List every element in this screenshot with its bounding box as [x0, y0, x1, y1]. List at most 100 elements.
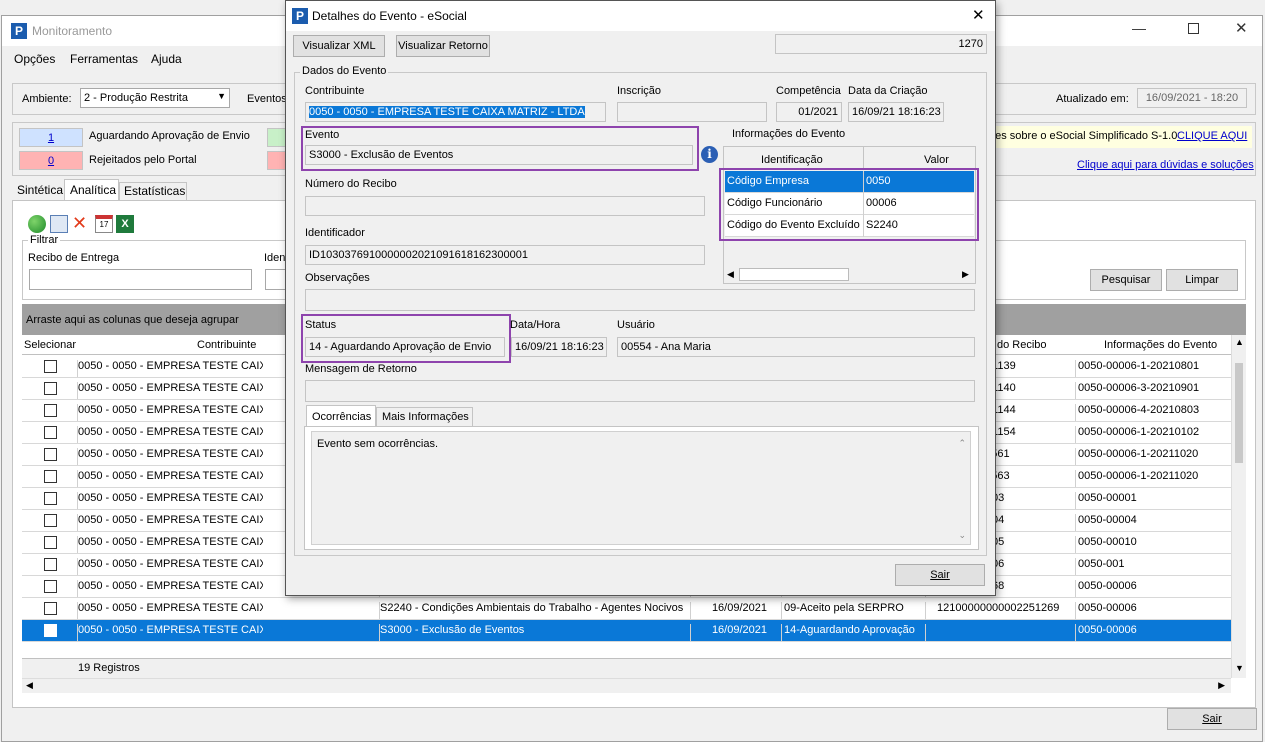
- excel-icon[interactable]: X: [116, 215, 134, 233]
- help-link[interactable]: Clique aqui para dúvidas e soluções: [1077, 159, 1254, 171]
- info-scroll-left-icon[interactable]: ◀: [727, 269, 734, 280]
- tab-ocorrencias-label: Ocorrências: [312, 411, 372, 423]
- tab-estatisticas[interactable]: Estatísticas: [119, 182, 187, 201]
- ocorr-scroll-up-icon[interactable]: ⌃: [958, 438, 966, 449]
- info-icon[interactable]: i: [701, 146, 718, 163]
- row-checkbox[interactable]: [44, 624, 57, 637]
- minimize-icon[interactable]: —: [1132, 20, 1146, 36]
- export-icon[interactable]: [50, 215, 68, 233]
- row-checkbox[interactable]: [44, 514, 57, 527]
- ambiente-select[interactable]: 2 - Produção Restrita ▼: [80, 88, 230, 108]
- menu-ajuda[interactable]: Ajuda: [151, 52, 182, 66]
- recibo-input[interactable]: [29, 269, 252, 290]
- row-checkbox[interactable]: [44, 426, 57, 439]
- count-rejeitados[interactable]: 0: [19, 151, 83, 170]
- recibo-field[interactable]: [305, 196, 705, 216]
- observacoes-field[interactable]: [305, 289, 975, 311]
- row-checkbox[interactable]: [44, 360, 57, 373]
- label-rejeitados: Rejeitados pelo Portal: [89, 154, 197, 166]
- row-checkbox[interactable]: [44, 382, 57, 395]
- identificador-label: Identificador: [305, 227, 365, 239]
- datahora-field[interactable]: 16/09/21 18:16:23: [511, 337, 607, 357]
- datahora-label: Data/Hora: [510, 319, 561, 331]
- usuario-field[interactable]: 00554 - Ana Maria: [617, 337, 975, 357]
- menu-ferramentas[interactable]: Ferramentas: [70, 52, 138, 66]
- usuario-label: Usuário: [617, 319, 655, 331]
- identificador-field[interactable]: ID1030376910000002021091618162300001: [305, 245, 705, 265]
- info-hscrollbar[interactable]: ◀ ▶: [724, 266, 975, 283]
- refresh-globe-icon[interactable]: [28, 215, 46, 233]
- mensagem-field[interactable]: [305, 380, 975, 402]
- row-checkbox[interactable]: [44, 492, 57, 505]
- table-row[interactable]: 0050 - 0050 - EMPRESA TESTE CAIXA MATRIZ…: [22, 620, 1231, 642]
- ocorr-scroll-down-icon[interactable]: ⌄: [958, 530, 966, 541]
- view-return-button[interactable]: Visualizar Retorno: [396, 35, 490, 57]
- contribuinte-field[interactable]: 0050 - 0050 - EMPRESA TESTE CAIXA MATRIZ…: [305, 102, 606, 122]
- info-scroll-right-icon[interactable]: ▶: [962, 269, 969, 280]
- col-contribuinte[interactable]: Contribuinte: [197, 339, 256, 351]
- atualizado-label: Atualizado em:: [1056, 93, 1129, 105]
- cell-contribuinte: 0050 - 0050 - EMPRESA TESTE CAIXA MATRIZ…: [78, 624, 263, 636]
- banner-link[interactable]: CLIQUE AQUI: [1177, 130, 1247, 142]
- row-checkbox[interactable]: [44, 602, 57, 615]
- data-criacao-field[interactable]: 16/09/21 18:16:23: [848, 102, 944, 122]
- cell-evento: S3000 - Exclusão de Eventos: [380, 624, 525, 636]
- tab-ocorrencias[interactable]: Ocorrências: [306, 405, 376, 427]
- search-button[interactable]: Pesquisar: [1090, 269, 1162, 291]
- maximize-icon[interactable]: [1188, 23, 1199, 34]
- scroll-left-icon[interactable]: ◀: [26, 680, 33, 691]
- tab-analitica[interactable]: Analítica: [64, 179, 119, 201]
- tab-analitica-label: Analítica: [70, 183, 117, 197]
- dialog-logo-icon: P: [292, 8, 308, 24]
- tab-mais-informacoes[interactable]: Mais Informações: [376, 407, 473, 427]
- col-informacoes[interactable]: Informações do Evento: [1104, 339, 1217, 351]
- competencia-field[interactable]: 01/2021: [776, 102, 842, 122]
- clear-button[interactable]: Limpar: [1166, 269, 1238, 291]
- group-hint: Arraste aqui as colunas que deseja agrup…: [26, 314, 239, 326]
- row-checkbox[interactable]: [44, 470, 57, 483]
- cell-contribuinte: 0050 - 0050 - EMPRESA TESTE CAIXA MATRIZ: [78, 514, 263, 526]
- calendar-icon[interactable]: 17: [95, 215, 113, 233]
- row-checkbox[interactable]: [44, 580, 57, 593]
- table-row[interactable]: 0050 - 0050 - EMPRESA TESTE CAIXA MATRIZ…: [22, 598, 1231, 620]
- cell-info: 0050-00006: [1078, 580, 1137, 592]
- dialog-close-icon[interactable]: ✕: [972, 6, 985, 24]
- count-aguardando[interactable]: 1: [19, 128, 83, 147]
- cell-contribuinte: 0050 - 0050 - EMPRESA TESTE CAIXA MATRIZ: [78, 426, 263, 438]
- info-col-valor[interactable]: Valor: [924, 154, 949, 166]
- row-checkbox[interactable]: [44, 536, 57, 549]
- info-scroll-thumb[interactable]: [739, 268, 849, 281]
- dialog-exit-button[interactable]: Sair: [895, 564, 985, 586]
- scroll-right-icon[interactable]: ▶: [1218, 680, 1225, 691]
- grid-hscrollbar[interactable]: ◀ ▶: [22, 678, 1231, 693]
- main-exit-button[interactable]: Sair: [1167, 708, 1257, 730]
- ambiente-value: 2 - Produção Restrita: [84, 92, 188, 104]
- row-checkbox[interactable]: [44, 448, 57, 461]
- row-checkbox[interactable]: [44, 404, 57, 417]
- column-divider: [925, 602, 926, 619]
- banner-text: ões sobre o eSocial Simplificado S-1.0: [989, 130, 1178, 142]
- scroll-down-icon[interactable]: ▼: [1235, 663, 1244, 673]
- row-checkbox[interactable]: [44, 558, 57, 571]
- main-window-title: Monitoramento: [32, 24, 113, 38]
- cell-info: 0050-00006: [1078, 602, 1137, 614]
- view-xml-button[interactable]: Visualizar XML: [293, 35, 385, 57]
- ocorrencias-text[interactable]: Evento sem ocorrências. ⌃ ⌄: [311, 431, 971, 545]
- column-divider: [781, 624, 782, 641]
- cell-contribuinte: 0050 - 0050 - EMPRESA TESTE CAIXA MATRIZ: [78, 536, 263, 548]
- menu-opcoes[interactable]: Opções: [14, 52, 55, 66]
- info-col-identificacao[interactable]: Identificação: [761, 154, 823, 166]
- cell-contribuinte: 0050 - 0050 - EMPRESA TESTE CAIXA MATRIZ: [78, 448, 263, 460]
- delete-icon[interactable]: ✕: [72, 214, 90, 232]
- observacoes-label: Observações: [305, 272, 370, 284]
- label-aguardando: Aguardando Aprovação de Envio: [89, 130, 250, 142]
- col-selecionar[interactable]: Selecionar: [24, 339, 76, 351]
- tab-sintetica[interactable]: Sintética: [12, 182, 64, 200]
- scroll-thumb[interactable]: [1235, 363, 1243, 463]
- close-icon[interactable]: ✕: [1235, 19, 1248, 37]
- grid-vscrollbar[interactable]: ▲ ▼: [1231, 335, 1246, 678]
- col-recibo[interactable]: do Recibo: [997, 339, 1047, 351]
- contribuinte-value: 0050 - 0050 - EMPRESA TESTE CAIXA MATRIZ…: [309, 106, 585, 118]
- inscricao-field[interactable]: [617, 102, 767, 122]
- scroll-up-icon[interactable]: ▲: [1235, 337, 1244, 347]
